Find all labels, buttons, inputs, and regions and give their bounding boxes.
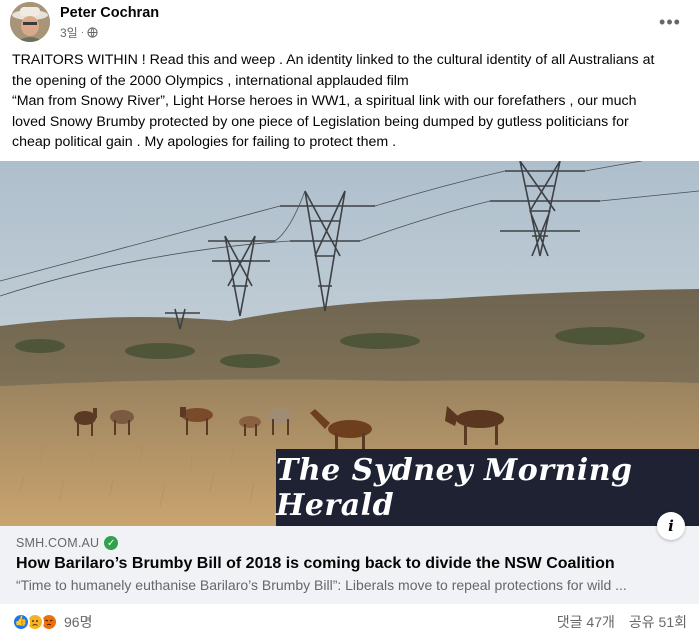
globe-icon [87,27,98,38]
masthead-banner: The Sydney Morning Herald [276,449,699,526]
link-description: “Time to humanely euthanise Barilaro’s B… [16,577,627,593]
post-meta: 3일 · [60,24,98,41]
reactions-summary[interactable]: 👍 96명 [12,612,92,632]
comment-count[interactable]: 댓글 47개 [557,612,615,632]
like-reaction-icon: 👍 [12,612,30,631]
post-header: Peter Cochran 3일 · ••• [10,2,690,42]
post-text-line: loved Snowy Brumby protected by one piec… [12,113,629,130]
post-body: TRAITORS WITHIN ! Read this and weep . A… [12,50,692,153]
link-preview-image[interactable]: The Sydney Morning Herald [0,161,699,526]
reaction-count[interactable]: 96명 [64,612,92,632]
link-domain-row: SMH.COM.AU ✓ [16,536,683,550]
more-options-icon[interactable]: ••• [658,10,682,34]
meta-separator: · [80,27,85,38]
post-text-line: cheap political gain . My apologies for … [12,134,397,150]
verified-check-icon: ✓ [104,536,119,550]
link-preview[interactable]: SMH.COM.AU ✓ How Barilaro’s Brumby Bill … [0,526,699,604]
share-count[interactable]: 공유 51회 [629,612,687,632]
masthead-logo-text: The Sydney Morning Herald [276,452,633,523]
engagement-stats: 댓글 47개 공유 51회 [557,612,687,632]
post-text-line: TRAITORS WITHIN ! Read this and weep . A… [12,52,655,68]
post-footer: 👍 96명 댓글 47개 공유 51회 [0,604,699,639]
author-name[interactable]: Peter Cochran [60,5,159,21]
post-text-line: the opening of the 2000 Olympics , inter… [12,72,409,89]
post-timestamp[interactable]: 3일 [60,24,78,41]
post-text-line: “Man from Snowy River”, Light Horse hero… [12,93,637,109]
link-domain: SMH.COM.AU [16,536,100,550]
info-icon[interactable]: i [657,512,685,540]
facebook-post-card: Peter Cochran 3일 · ••• TRAITORS WITHIN !… [0,0,699,639]
author-avatar[interactable] [10,2,50,42]
link-title[interactable]: How Barilaro’s Brumby Bill of 2018 is co… [16,555,683,573]
